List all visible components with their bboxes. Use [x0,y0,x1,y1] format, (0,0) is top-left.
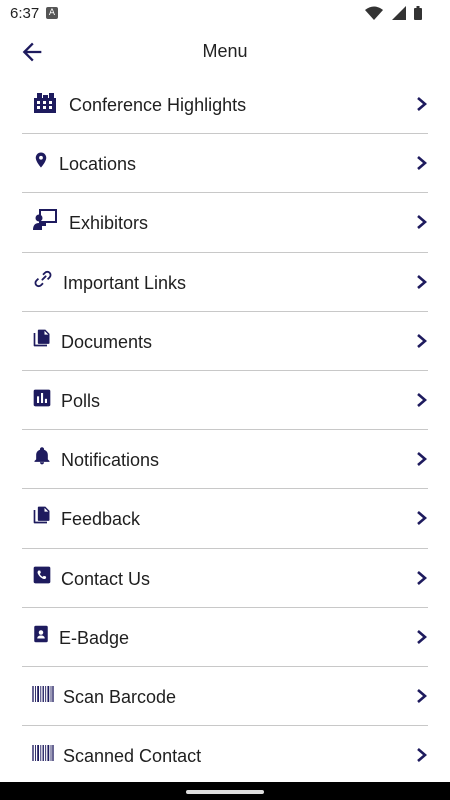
menu-item-important-links[interactable]: Important Links [22,253,428,312]
menu-item-notifications[interactable]: Notifications [22,430,428,490]
battery-icon [414,6,422,20]
menu-item-contact-us[interactable]: Contact Us [22,549,428,608]
menu-item-exhibitors[interactable]: Exhibitors [22,193,428,253]
menu-item-label: E-Badge [59,627,130,648]
menu-item-e-badge[interactable]: E-Badge [22,608,428,667]
system-navigation-bar [0,782,450,800]
chevron-right-icon [417,333,427,348]
chevron-right-icon [417,629,427,644]
menu-item-scanned-contact[interactable]: Scanned Contact [22,726,428,786]
chevron-right-icon [417,511,427,526]
menu-item-label: Notifications [61,450,160,471]
status-bar: 6:37 A [0,0,450,28]
status-time: 6:37 [10,5,40,22]
badge-icon [34,625,48,642]
menu-item-label: Important Links [63,272,187,293]
barcode-icon [32,685,54,702]
page-title: Menu [202,41,248,61]
presenter-icon [33,209,57,231]
chevron-right-icon [417,688,427,703]
menu-item-locations[interactable]: Locations [22,134,428,194]
notification-a-icon: A [46,7,58,19]
menu-item-feedback[interactable]: Feedback [22,489,428,549]
conference-icon [34,93,56,113]
menu-item-documents[interactable]: Documents [22,312,428,371]
home-gesture-handle[interactable] [186,790,264,794]
chevron-right-icon [417,156,427,171]
wifi-icon [365,6,384,20]
menu-item-conference-highlights[interactable]: Conference Highlights [22,75,428,135]
documents-icon [33,329,50,347]
feedback-icon [33,506,50,524]
phone-icon [33,566,51,583]
menu-item-label: Contact Us [61,568,151,589]
chevron-right-icon [417,215,427,230]
chevron-right-icon [417,748,427,763]
menu-item-scan-barcode[interactable]: Scan Barcode [22,667,428,727]
menu-item-label: Documents [61,331,153,352]
menu-item-label: Scanned Contact [63,746,202,767]
chevron-right-icon [417,570,427,585]
menu-item-polls[interactable]: Polls [22,371,428,431]
signal-icon [391,6,406,20]
menu-item-label: Conference Highlights [69,95,247,115]
barcode-icon [32,745,54,762]
menu-list: Conference Highlights Locations Exhibito… [22,75,428,786]
menu-item-label: Exhibitors [69,213,149,234]
chevron-right-icon [417,97,427,111]
chevron-right-icon [417,392,427,407]
link-icon [34,270,52,287]
menu-item-label: Polls [61,390,101,411]
poll-icon [33,389,51,407]
menu-item-label: Locations [59,154,137,175]
location-pin-icon [35,152,47,168]
menu-item-label: Feedback [61,509,141,530]
menu-item-label: Scan Barcode [63,686,177,707]
chevron-right-icon [417,452,427,467]
app-bar: Menu [0,28,450,74]
status-icons [361,6,422,24]
bell-icon [34,447,50,465]
chevron-right-icon [417,274,427,289]
